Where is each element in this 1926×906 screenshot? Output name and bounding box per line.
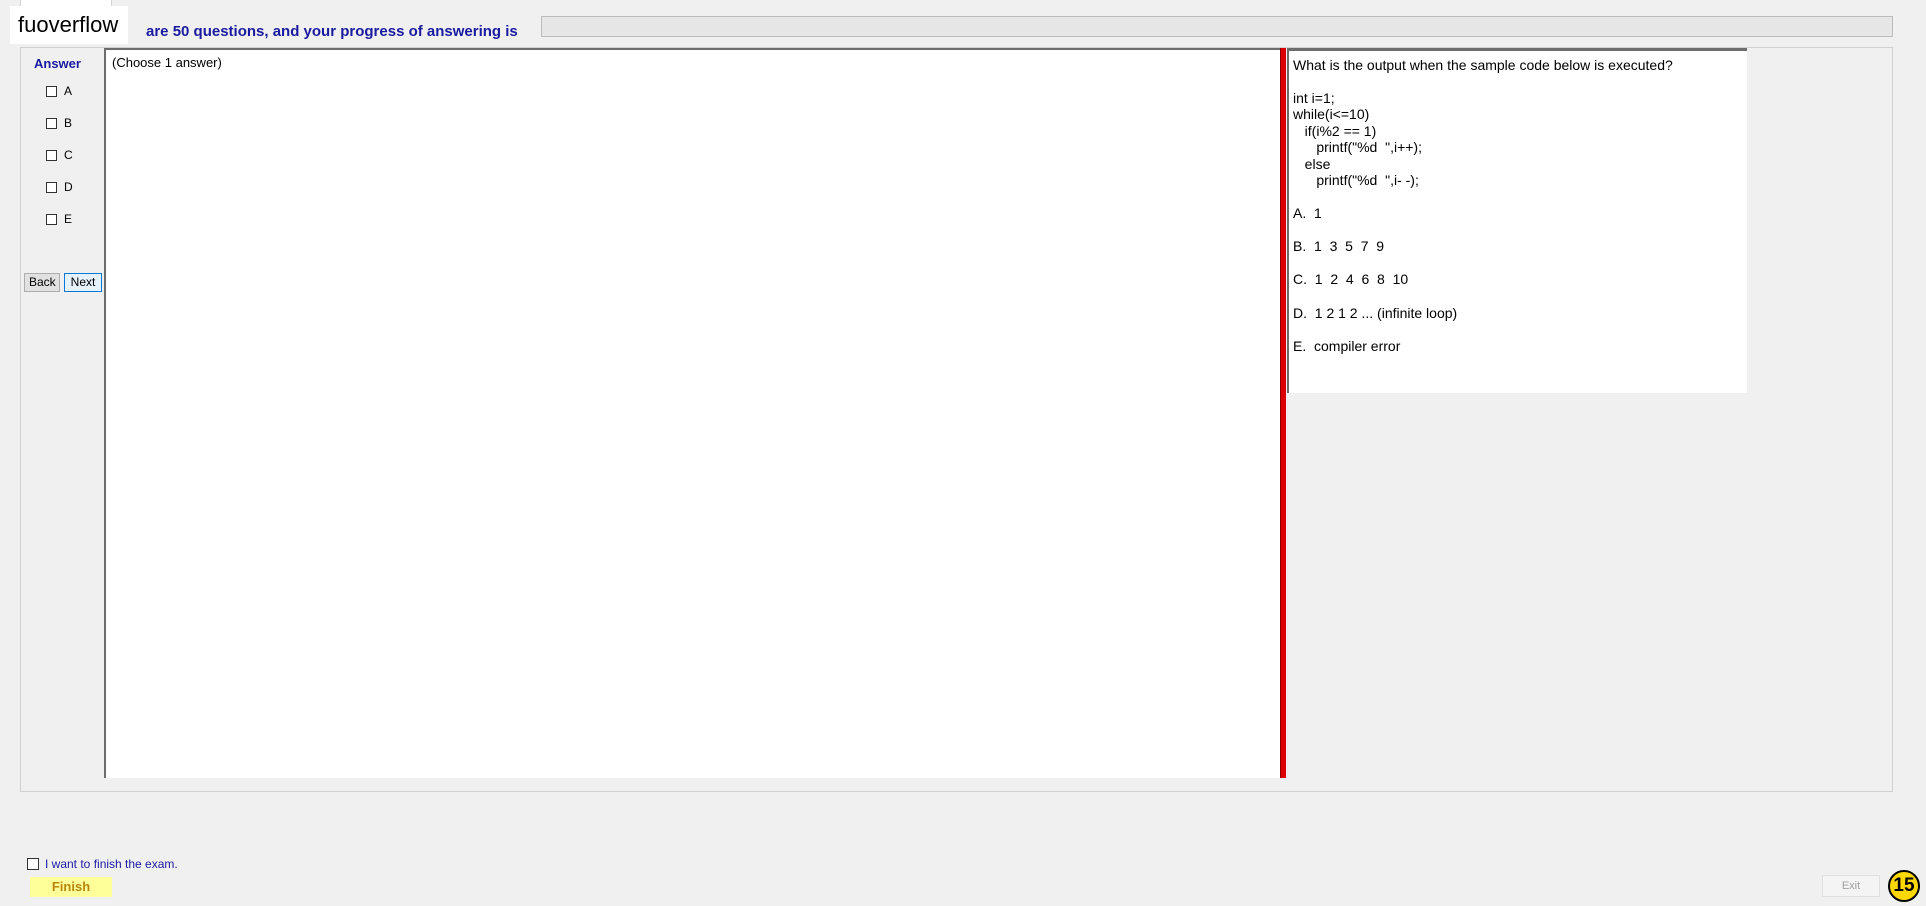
- question-line: if(i%2 == 1): [1293, 123, 1377, 139]
- logo: fuoverflow: [10, 6, 129, 44]
- question-line: A. 1: [1293, 205, 1322, 221]
- option-d[interactable]: D: [46, 179, 73, 195]
- finish-confirm-checkbox[interactable]: [27, 858, 39, 870]
- exam-window: fuoverflow are 50 questions, and your pr…: [0, 0, 1926, 906]
- panel-splitter[interactable]: [1280, 48, 1286, 778]
- finish-button[interactable]: Finish: [30, 877, 112, 897]
- option-b-checkbox[interactable]: [46, 117, 57, 129]
- question-line: D. 1 2 1 2 ... (infinite loop): [1293, 305, 1458, 321]
- answer-hint: (Choose 1 answer): [112, 55, 222, 70]
- question-line: B. 1 3 5 7 9: [1293, 238, 1385, 254]
- question-line: int i=1;: [1293, 90, 1335, 106]
- answer-area[interactable]: (Choose 1 answer): [104, 48, 1280, 778]
- question-line: printf("%d ",i++);: [1293, 139, 1422, 155]
- question-line: E. compiler error: [1293, 338, 1401, 354]
- question-panel: What is the output when the sample code …: [1287, 48, 1747, 393]
- finish-confirm-label: I want to finish the exam.: [45, 857, 178, 871]
- option-e-label: E: [64, 212, 73, 226]
- exit-button[interactable]: Exit: [1822, 875, 1880, 897]
- question-line: What is the output when the sample code …: [1293, 57, 1673, 73]
- option-a-checkbox[interactable]: [46, 85, 57, 97]
- finish-confirm[interactable]: I want to finish the exam.: [27, 857, 178, 871]
- progress-bar: [541, 16, 1893, 37]
- option-b[interactable]: B: [46, 115, 72, 131]
- option-c[interactable]: C: [46, 147, 73, 163]
- option-a[interactable]: A: [46, 83, 72, 99]
- question-line: printf("%d ",i- -);: [1293, 172, 1419, 188]
- option-c-label: C: [64, 148, 73, 162]
- question-line: else: [1293, 156, 1331, 172]
- answer-title: Answer: [34, 56, 81, 71]
- option-d-checkbox[interactable]: [46, 181, 57, 193]
- option-d-label: D: [64, 180, 73, 194]
- option-b-label: B: [64, 116, 73, 130]
- option-e-checkbox[interactable]: [46, 213, 57, 225]
- back-button[interactable]: Back: [24, 273, 60, 292]
- question-number-badge: 15: [1888, 870, 1920, 902]
- next-button[interactable]: Next: [64, 273, 102, 292]
- answer-panel: Answer A B C D E: [22, 50, 102, 780]
- option-e[interactable]: E: [46, 211, 72, 227]
- question-line: C. 1 2 4 6 8 10: [1293, 271, 1409, 287]
- progress-label: are 50 questions, and your progress of a…: [146, 23, 518, 40]
- option-a-label: A: [64, 84, 73, 98]
- question-line: while(i<=10): [1293, 106, 1370, 122]
- option-c-checkbox[interactable]: [46, 149, 57, 161]
